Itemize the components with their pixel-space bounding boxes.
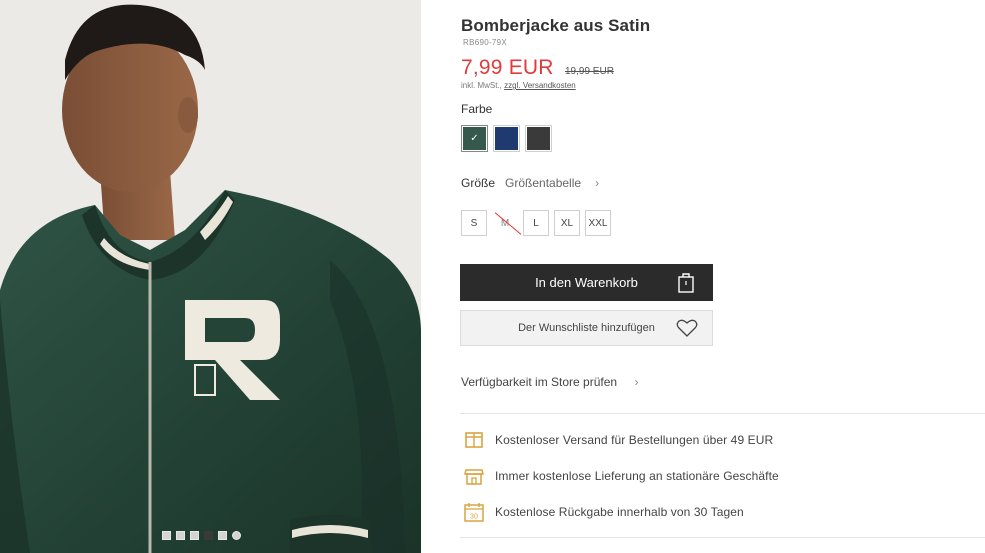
size-header: Größe Größentabelle › (461, 176, 599, 190)
size-label: Größe (461, 176, 496, 190)
swatch-fill: ✓ (463, 127, 486, 150)
benefit-free-shipping: Kostenloser Versand für Bestellungen übe… (463, 429, 773, 451)
store-availability-link[interactable]: Verfügbarkeit im Store prüfen › (461, 375, 638, 389)
chevron-right-icon: › (595, 176, 600, 190)
product-title: Bomberjacke aus Satin (461, 16, 651, 35)
product-info-panel: Bomberjacke aus Satin RB690-79X 7,99 EUR… (460, 0, 985, 553)
sale-price: 7,99 EUR (461, 56, 554, 79)
shipping-costs-link[interactable]: zzgl. Versandkosten (504, 81, 576, 90)
size-options: S M L XL XXL (461, 210, 611, 236)
gallery-dot-active[interactable] (204, 531, 213, 540)
truck-box-icon (465, 432, 483, 448)
size-chart-link[interactable]: Größentabelle (505, 176, 581, 190)
benefit-store-delivery: Immer kostenlose Lieferung an stationäre… (463, 465, 779, 487)
tax-note-text: inkl. MwSt., (461, 81, 502, 90)
color-swatch-navy[interactable] (493, 125, 520, 152)
benefit-free-returns: 30 Kostenlose Rückgabe innerhalb von 30 … (463, 501, 744, 523)
size-option-xl[interactable]: XL (554, 210, 580, 236)
tax-note: inkl. MwSt., zzgl. Versandkosten (461, 81, 576, 90)
product-photo (0, 0, 421, 553)
add-to-cart-label: In den Warenkorb (535, 275, 638, 290)
add-to-wishlist-button[interactable]: Der Wunschliste hinzufügen (460, 310, 713, 346)
benefit-text: Immer kostenlose Lieferung an stationäre… (495, 469, 779, 483)
gallery-pagination (162, 531, 241, 540)
store-icon (464, 469, 484, 485)
gallery-dot[interactable] (162, 531, 171, 540)
benefit-text: Kostenlose Rückgabe innerhalb von 30 Tag… (495, 505, 744, 519)
add-to-cart-button[interactable]: In den Warenkorb (460, 264, 713, 301)
benefit-text: Kostenloser Versand für Bestellungen übe… (495, 433, 774, 447)
swatch-fill (527, 127, 550, 150)
color-swatch-green[interactable]: ✓ (461, 125, 488, 152)
calendar-number: 30 (470, 514, 478, 521)
gallery-dot[interactable] (190, 531, 199, 540)
chevron-right-icon: › (634, 375, 639, 389)
original-price: 19,99 EUR (565, 66, 614, 77)
store-availability-label: Verfügbarkeit im Store prüfen (461, 375, 618, 389)
size-option-l[interactable]: L (523, 210, 549, 236)
gallery-dot[interactable] (176, 531, 185, 540)
color-swatches: ✓ (461, 125, 552, 152)
color-label: Farbe (461, 102, 493, 116)
swatch-fill (495, 127, 518, 150)
product-sku: RB690-79X (463, 38, 508, 47)
size-option-xxl[interactable]: XXL (585, 210, 611, 236)
divider (460, 413, 985, 414)
product-image-gallery[interactable] (0, 0, 421, 553)
size-option-s[interactable]: S (461, 210, 487, 236)
size-option-m-unavailable[interactable]: M (492, 210, 518, 236)
divider (460, 537, 985, 538)
calendar-30-icon: 30 (464, 503, 484, 522)
gallery-dot[interactable] (218, 531, 227, 540)
shopping-bag-icon (678, 273, 694, 293)
heart-icon (676, 319, 698, 337)
wishlist-label: Der Wunschliste hinzufügen (518, 322, 655, 334)
check-icon: ✓ (470, 133, 479, 144)
color-swatch-black[interactable] (525, 125, 552, 152)
gallery-dot[interactable] (232, 531, 241, 540)
